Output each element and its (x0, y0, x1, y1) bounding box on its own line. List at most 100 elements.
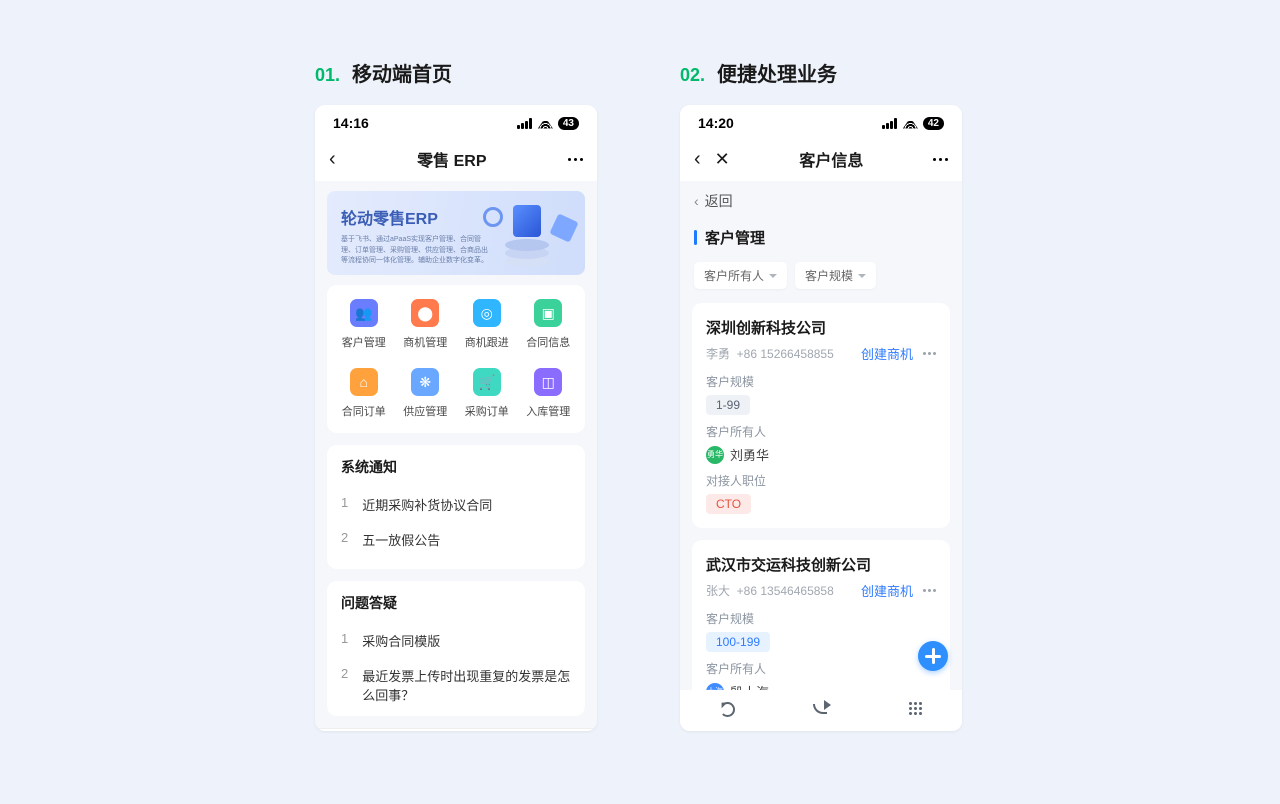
back-icon[interactable]: ‹ (329, 149, 336, 169)
share-icon (813, 702, 829, 714)
card-more-icon[interactable] (923, 352, 936, 355)
scale-pill: 100-199 (706, 632, 770, 652)
status-time: 14:16 (333, 115, 369, 131)
field-label-owner: 客户所有人 (706, 660, 936, 677)
more-icon[interactable] (568, 158, 583, 161)
feature-icon: 🛒 (473, 368, 501, 396)
list-text: 最近发票上传时出现重复的发票是怎么回事？ (362, 666, 571, 704)
feature-icon: ◫ (534, 368, 562, 396)
feature-label: 合同订单 (342, 403, 386, 419)
feature-grid: 👥客户管理 ⬤ 商机管理 ◎ 商机跟进 ▣ 合同信息 ⌂ 合同订单 ❋ 供应管理 🛒 采购订单 ◫ 入库管理 (327, 285, 585, 433)
status-bar: 14:20 42 (680, 105, 962, 137)
list-text: 采购合同模版 (362, 631, 440, 650)
field-label-position: 对接人职位 (706, 472, 936, 489)
feature-icon: ⬤ (411, 299, 439, 327)
list-index: 2 (341, 666, 348, 704)
nav-bar: ‹ ✕ 客户信息 (680, 137, 962, 181)
back-label: 返回 (705, 191, 733, 211)
feature-label: 合同信息 (526, 334, 570, 350)
faq-card: 问题答疑 1 采购合同模版 2 最近发票上传时出现重复的发票是怎么回事？ (327, 581, 585, 716)
customer-name: 深圳创新科技公司 (706, 317, 936, 338)
chevron-left-icon: ‹ (694, 194, 699, 208)
signal-icon (882, 118, 898, 129)
owner-name: 刘勇华 (730, 445, 769, 464)
feature-icon: ▣ (534, 299, 562, 327)
nav-title: 客户信息 (799, 147, 863, 171)
feature-label: 商机跟进 (465, 334, 509, 350)
status-time: 14:20 (698, 115, 734, 131)
bottom-toolbar (680, 690, 962, 731)
filter-客户规模[interactable]: 客户规模 (795, 262, 876, 289)
nav-title: 零售 ERP (417, 147, 486, 171)
avatar: 勇华 (706, 446, 724, 464)
list-index: 1 (341, 631, 348, 650)
nav-bar: ‹ 零售 ERP (315, 137, 597, 181)
system-notice-card: 系统通知 1 近期采购补货协议合同 2 五一放假公告 (327, 445, 585, 569)
list-item[interactable]: 1 近期采购补货协议合同 (327, 487, 585, 522)
feature-label: 商机管理 (403, 334, 447, 350)
feature-供应管理[interactable]: ❋ 供应管理 (395, 368, 457, 419)
list-text: 五一放假公告 (362, 530, 440, 549)
create-opportunity-link[interactable]: 创建商机 (861, 581, 913, 600)
tab-permissions[interactable]: ★ 产品权限 (456, 729, 597, 731)
more-icon[interactable] (933, 158, 948, 161)
section-title: 移动端首页 (352, 58, 452, 87)
position-pill: CTO (706, 494, 751, 514)
create-opportunity-link[interactable]: 创建商机 (861, 344, 913, 363)
customer-contact: 张大 +86 13546465858 (706, 582, 834, 599)
list-text: 近期采购补货协议合同 (362, 495, 492, 514)
customer-contact: 李勇 +86 15266458855 (706, 345, 834, 362)
card-title: 系统通知 (327, 457, 585, 487)
back-icon[interactable]: ‹ (694, 149, 701, 169)
list-item[interactable]: 2 最近发票上传时出现重复的发票是怎么回事？ (327, 658, 585, 712)
customer-card[interactable]: 深圳创新科技公司李勇 +86 15266458855 创建商机客户规模 1-99 客户… (692, 303, 950, 528)
feature-商机跟进[interactable]: ◎ 商机跟进 (456, 299, 518, 350)
feature-label: 入库管理 (526, 403, 570, 419)
wifi-icon (903, 118, 918, 129)
add-customer-fab[interactable] (918, 641, 948, 671)
field-label-scale: 客户规模 (706, 610, 936, 627)
phone-customer-info: 14:20 42 ‹ ✕ 客户信息 ‹ 返回 客户管理 客户所有人客户规模 深圳… (680, 105, 962, 731)
hero-banner[interactable]: 轮动零售ERP 基于飞书、通过aPaaS实现客户管理、合同管理、订单管理、采购管… (327, 191, 585, 275)
section-number: 02. (680, 65, 705, 86)
list-index: 2 (341, 530, 348, 549)
close-icon[interactable]: ✕ (715, 150, 730, 168)
section-title: 便捷处理业务 (717, 58, 837, 87)
feature-icon: ⌂ (350, 368, 378, 396)
breadcrumb-back[interactable]: ‹ 返回 (680, 181, 962, 219)
feature-icon: ❋ (411, 368, 439, 396)
list-item[interactable]: 2 五一放假公告 (327, 522, 585, 557)
feature-商机管理[interactable]: ⬤ 商机管理 (395, 299, 457, 350)
feature-采购订单[interactable]: 🛒 采购订单 (456, 368, 518, 419)
list-item[interactable]: 1 采购合同模版 (327, 623, 585, 658)
feature-合同订单[interactable]: ⌂ 合同订单 (333, 368, 395, 419)
list-index: 1 (341, 495, 348, 514)
filter-客户所有人[interactable]: 客户所有人 (694, 262, 787, 289)
phone-mobile-home: 14:16 43 ‹ 零售 ERP 轮动零售ERP 基于飞书、通过aPaaS实现… (315, 105, 597, 731)
tab-home[interactable]: 主页 (315, 729, 456, 731)
signal-icon (517, 118, 533, 129)
apps-button[interactable] (868, 702, 962, 717)
banner-subtitle: 基于飞书、通过aPaaS实现客户管理、合同管理、订单管理、采购管理、供应管理、合… (341, 235, 491, 267)
scale-pill: 1-99 (706, 395, 750, 415)
feature-icon: 👥 (350, 299, 378, 327)
wifi-icon (538, 118, 553, 129)
banner-illustration (477, 199, 577, 269)
battery-icon: 42 (923, 117, 944, 130)
field-label-scale: 客户规模 (706, 373, 936, 390)
battery-icon: 43 (558, 117, 579, 130)
share-button[interactable] (774, 702, 868, 717)
feature-合同信息[interactable]: ▣ 合同信息 (518, 299, 580, 350)
feature-客户管理[interactable]: 👥客户管理 (333, 299, 395, 350)
feature-label: 供应管理 (403, 403, 447, 419)
section-number: 01. (315, 65, 340, 86)
status-bar: 14:16 43 (315, 105, 597, 137)
feature-入库管理[interactable]: ◫ 入库管理 (518, 368, 580, 419)
card-more-icon[interactable] (923, 589, 936, 592)
filter-row: 客户所有人客户规模 (680, 256, 962, 303)
feature-label: 采购订单 (465, 403, 509, 419)
card-title: 问题答疑 (327, 593, 585, 623)
refresh-button[interactable] (680, 702, 774, 717)
field-label-owner: 客户所有人 (706, 423, 936, 440)
feature-icon: ◎ (473, 299, 501, 327)
